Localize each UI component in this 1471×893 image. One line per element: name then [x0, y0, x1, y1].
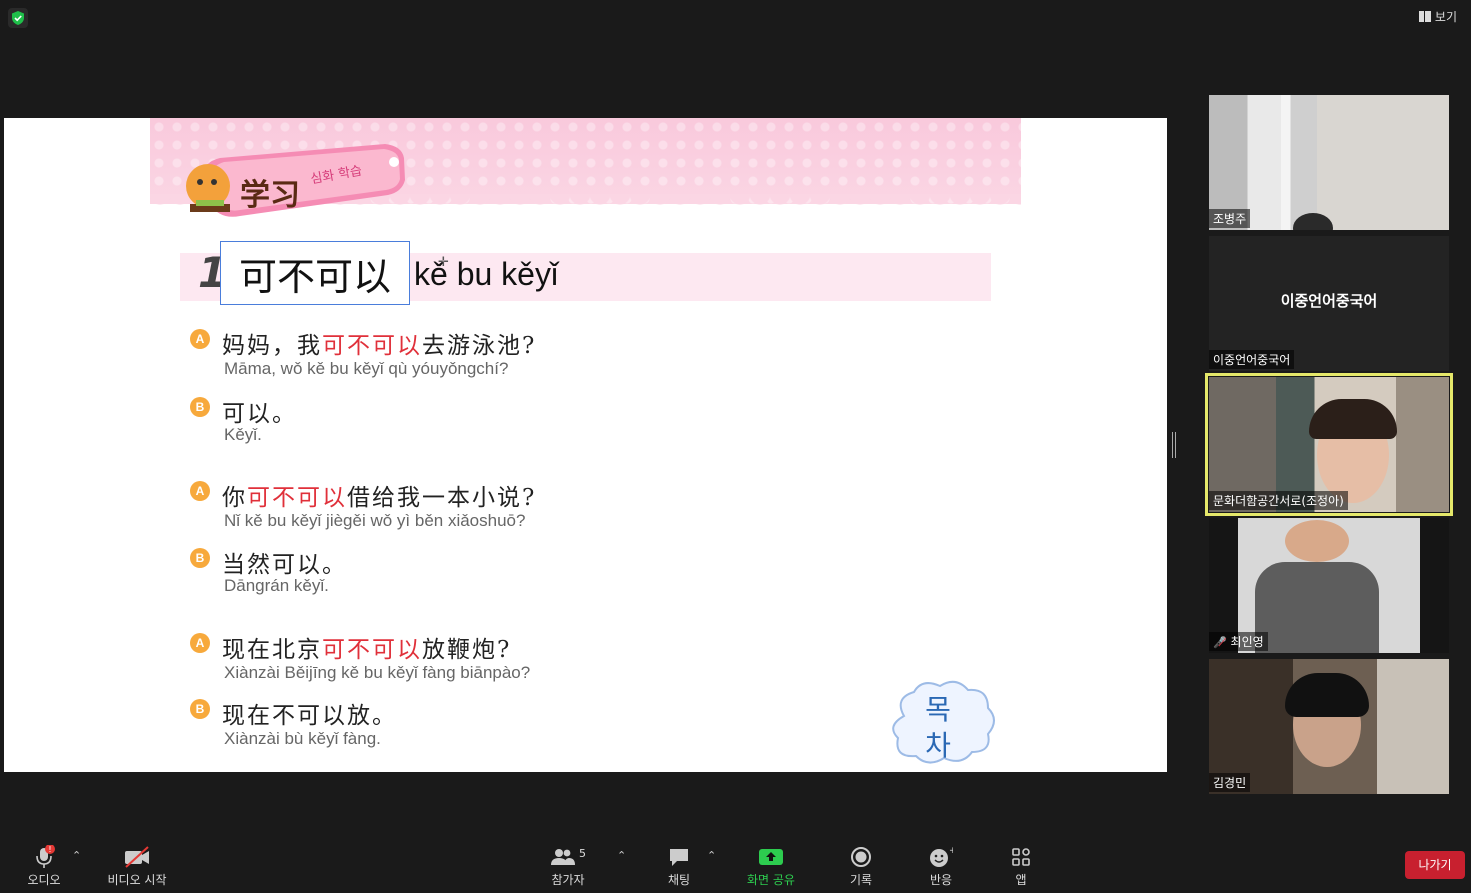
shared-screen: 学习 심화 학습 1 可不可以 kě bu kěyǐ ✛ A 妈妈，我可不可以去… [4, 118, 1167, 772]
participant-name: 이중언어중국어 [1209, 350, 1295, 369]
share-screen-icon [740, 845, 802, 869]
video-off-icon [102, 845, 172, 869]
participants-label: 참가자 [551, 873, 585, 887]
speaker-badge: B [190, 699, 210, 719]
audio-label: 오디오 [27, 873, 61, 887]
speaker-badge: B [190, 397, 210, 417]
share-label: 화면 공유 [747, 873, 795, 887]
chinese-sentence: 你可不可以借给我一本小说? [222, 485, 537, 511]
pinyin-line: Nǐ kě bu kěyǐ jiègěi wǒ yì běn xiǎoshuō? [224, 511, 526, 530]
participant-name: 조병주 [1209, 209, 1251, 228]
participant-tile-active-speaker[interactable]: 문화더함공간서로(조정아) [1205, 373, 1453, 516]
participant-body [1255, 562, 1379, 653]
muted-mic-icon: 🎤̸ [1213, 636, 1227, 649]
participant-video [1285, 520, 1349, 562]
participant-display-name: 이중언어중국어 [1280, 292, 1378, 310]
pinyin-line: Māma, wǒ kě bu kěyǐ qù yóuyǒngchí? [224, 359, 509, 378]
audio-options-caret[interactable]: ⌃ [72, 849, 81, 862]
view-button[interactable]: 보기 [1418, 8, 1457, 25]
gallery-view-icon [1418, 11, 1431, 22]
participant-name-row: 🎤̸ 최인영 [1209, 632, 1268, 651]
reactions-label: 반응 [929, 873, 953, 887]
audio-button[interactable]: ! 오디오 [22, 845, 66, 888]
speaker-badge: A [190, 329, 210, 349]
chat-options-caret[interactable]: ⌃ [707, 849, 716, 862]
toc-label[interactable]: 목차 [918, 692, 958, 764]
chinese-sentence: 当然可以。 [222, 552, 347, 578]
lesson-phrase-box[interactable]: 可不可以 [220, 241, 410, 305]
record-label: 기록 [849, 873, 873, 887]
chat-button[interactable]: 채팅 [662, 845, 696, 888]
participants-button[interactable]: 5 참가자 [546, 845, 590, 888]
chat-bubble-icon [662, 845, 696, 869]
crosshair-cursor-icon: ✛ [438, 255, 449, 270]
panel-resize-handle[interactable] [1172, 432, 1176, 458]
reactions-button[interactable]: + 반응 [924, 845, 958, 888]
participant-tile[interactable]: 🎤̸ 최인영 [1209, 518, 1449, 653]
pinyin-line: Kěyǐ. [224, 425, 262, 444]
view-label: 보기 [1434, 10, 1457, 24]
participant-tile[interactable]: 조병주 [1209, 95, 1449, 230]
participant-name: 문화더함공간서로(조정아) [1209, 491, 1348, 510]
leave-meeting-button[interactable]: 나가기 [1405, 851, 1465, 879]
participants-count: 5 [579, 846, 586, 860]
pinyin-line: Xiànzài Běijīng kě bu kěyǐ fàng biānpào? [224, 663, 531, 682]
apps-button[interactable]: 앱 [1006, 845, 1036, 888]
participant-name: 김경민 [1209, 773, 1251, 792]
banner-title: 学习 [240, 178, 300, 213]
record-icon [844, 845, 878, 869]
record-button[interactable]: 기록 [844, 845, 878, 888]
pinyin-line: Xiànzài bù kěyǐ fàng. [224, 729, 381, 748]
svg-text:!: ! [48, 845, 51, 854]
start-video-button[interactable]: 비디오 시작 [102, 845, 172, 888]
chinese-sentence: 现在不可以放。 [222, 703, 397, 729]
video-label: 비디오 시작 [107, 873, 167, 887]
participant-name: 최인영 [1230, 635, 1264, 649]
participants-icon: 5 [546, 845, 590, 869]
participant-tile[interactable]: 이중언어중국어 이중언어중국어 [1209, 236, 1449, 371]
share-screen-button[interactable]: 화면 공유 [740, 845, 802, 888]
participants-options-caret[interactable]: ⌃ [617, 849, 626, 862]
pinyin-line: Dāngrán kěyǐ. [224, 576, 329, 595]
chinese-sentence: 可以。 [222, 401, 297, 427]
participant-video [1293, 213, 1333, 230]
participant-hair [1285, 673, 1369, 717]
speaker-badge: A [190, 633, 210, 653]
svg-text:+: + [949, 846, 953, 856]
chat-label: 채팅 [667, 873, 691, 887]
apps-label: 앱 [1015, 873, 1027, 887]
participant-hair [1309, 399, 1397, 439]
lesson-pinyin: kě bu kěyǐ [414, 256, 559, 292]
meeting-toolbar: ! 오디오 ⌃ 비디오 시작 5 참가자 ⌃ 채팅 ⌃ 화면 공유 기록 + 반… [0, 833, 1471, 893]
security-shield-icon[interactable] [8, 8, 28, 28]
speaker-badge: B [190, 548, 210, 568]
participant-tile[interactable]: 김경민 [1209, 659, 1449, 794]
speaker-badge: A [190, 481, 210, 501]
apps-icon [1006, 845, 1036, 869]
chinese-sentence: 妈妈，我可不可以去游泳池? [222, 333, 537, 359]
emoji-reaction-icon: + [924, 845, 958, 869]
chinese-sentence: 现在北京可不可以放鞭炮? [222, 637, 512, 663]
microphone-icon: ! [22, 845, 66, 869]
